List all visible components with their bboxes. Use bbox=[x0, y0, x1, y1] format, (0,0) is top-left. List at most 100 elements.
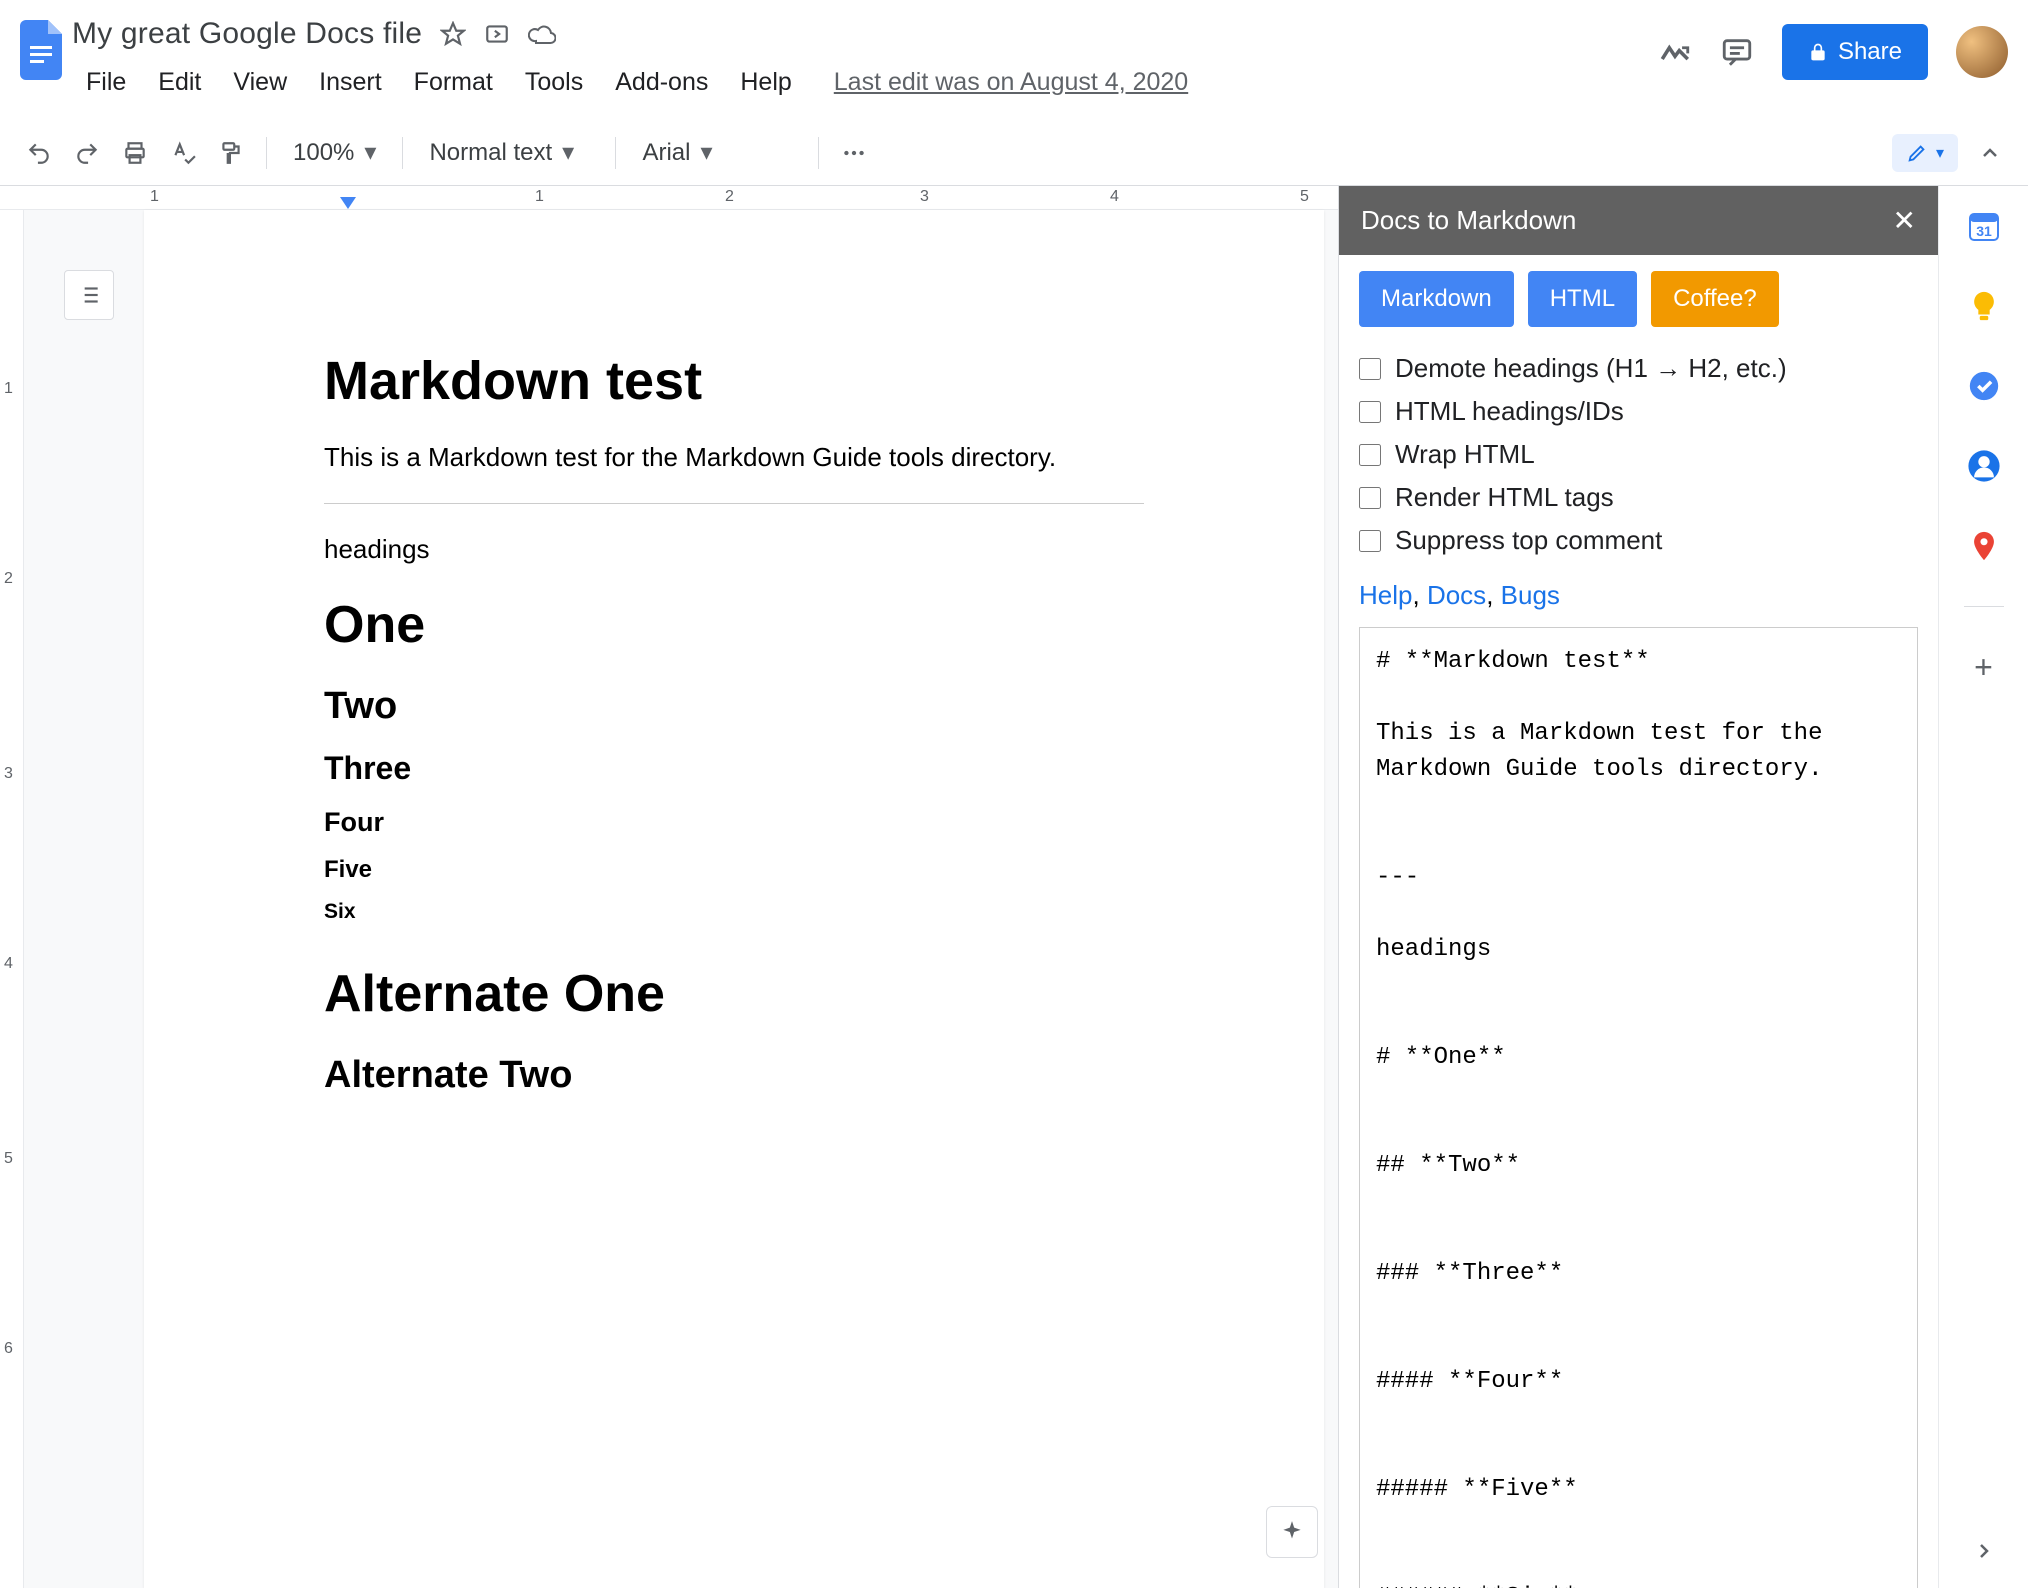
ruler-tick: 5 bbox=[1300, 188, 1309, 206]
doc-intro-text: This is a Markdown test for the Markdown… bbox=[324, 442, 1144, 473]
spellcheck-icon[interactable] bbox=[164, 134, 202, 172]
doc-headings-label: headings bbox=[324, 534, 1144, 565]
redo-icon[interactable] bbox=[68, 134, 106, 172]
svg-text:31: 31 bbox=[1976, 223, 1992, 239]
bugs-link[interactable]: Bugs bbox=[1501, 580, 1560, 610]
document-area: 1 1 2 3 4 5 1 2 3 4 5 6 Markdown test Th… bbox=[0, 186, 1338, 1588]
check-render-tags[interactable]: Render HTML tags bbox=[1359, 476, 1918, 519]
html-button[interactable]: HTML bbox=[1528, 271, 1637, 327]
pencil-icon bbox=[1906, 142, 1928, 164]
close-icon[interactable]: ✕ bbox=[1893, 204, 1916, 237]
ruler-tick: 1 bbox=[150, 188, 159, 206]
font-value: Arial bbox=[642, 139, 690, 167]
check-demote-headings[interactable]: Demote headings (H1 → H2, etc.) bbox=[1359, 347, 1918, 390]
expand-rail-icon[interactable] bbox=[1972, 1539, 1996, 1568]
collapse-icon[interactable] bbox=[1972, 135, 2008, 171]
menu-tools[interactable]: Tools bbox=[511, 62, 597, 103]
addon-body: Markdown HTML Coffee? Demote headings (H… bbox=[1339, 255, 1938, 1588]
vruler-tick: 2 bbox=[4, 570, 13, 588]
outline-button[interactable] bbox=[64, 270, 114, 320]
menu-insert[interactable]: Insert bbox=[305, 62, 396, 103]
paint-format-icon[interactable] bbox=[212, 134, 250, 172]
chevron-down-icon: ▾ bbox=[1936, 143, 1944, 163]
coffee-button[interactable]: Coffee? bbox=[1651, 271, 1779, 327]
ruler-tick: 1 bbox=[535, 188, 544, 206]
chevron-down-icon: ▾ bbox=[700, 138, 712, 167]
menu-format[interactable]: Format bbox=[400, 62, 507, 103]
toolbar: 100% ▾ Normal text ▾ Arial ▾ ▾ bbox=[0, 120, 2028, 186]
checkbox[interactable] bbox=[1359, 444, 1381, 466]
menu-edit[interactable]: Edit bbox=[144, 62, 215, 103]
doc-alt-h1: Alternate One bbox=[324, 964, 1144, 1024]
menu-file[interactable]: File bbox=[72, 62, 140, 103]
last-edit-link[interactable]: Last edit was on August 4, 2020 bbox=[834, 68, 1188, 97]
ruler-tick: 2 bbox=[725, 188, 734, 206]
checkbox[interactable] bbox=[1359, 358, 1381, 380]
comments-icon[interactable] bbox=[1720, 35, 1754, 69]
document-title[interactable]: My great Google Docs file bbox=[72, 17, 422, 51]
ruler-tick: 4 bbox=[1110, 188, 1119, 206]
print-icon[interactable] bbox=[116, 134, 154, 172]
doc-h3: Three bbox=[324, 750, 1144, 787]
font-dropdown[interactable]: Arial ▾ bbox=[632, 132, 802, 173]
markdown-button[interactable]: Markdown bbox=[1359, 271, 1514, 327]
check-html-headings[interactable]: HTML headings/IDs bbox=[1359, 390, 1918, 433]
add-addon-icon[interactable]: + bbox=[1964, 647, 2004, 687]
check-suppress-comment[interactable]: Suppress top comment bbox=[1359, 519, 1918, 562]
cloud-icon[interactable] bbox=[528, 23, 556, 45]
contacts-icon[interactable] bbox=[1964, 446, 2004, 486]
ruler-tick: 3 bbox=[920, 188, 929, 206]
doc-h1: One bbox=[324, 595, 1144, 655]
check-wrap-html[interactable]: Wrap HTML bbox=[1359, 433, 1918, 476]
vruler-tick: 4 bbox=[4, 955, 13, 973]
zoom-dropdown[interactable]: 100% ▾ bbox=[283, 132, 386, 173]
paragraph-style-dropdown[interactable]: Normal text ▾ bbox=[419, 132, 599, 173]
menu-help[interactable]: Help bbox=[726, 62, 805, 103]
addon-sidebar: Docs to Markdown ✕ Markdown HTML Coffee?… bbox=[1338, 186, 1938, 1588]
style-value: Normal text bbox=[429, 139, 552, 167]
keep-icon[interactable] bbox=[1964, 286, 2004, 326]
doc-h6: Six bbox=[324, 900, 1144, 924]
horizontal-rule bbox=[324, 503, 1144, 504]
star-icon[interactable] bbox=[440, 21, 466, 47]
side-panel: 31 + bbox=[1938, 186, 2028, 1588]
checkbox[interactable] bbox=[1359, 530, 1381, 552]
addon-title: Docs to Markdown bbox=[1361, 205, 1576, 236]
markdown-output[interactable]: # **Markdown test** This is a Markdown t… bbox=[1359, 627, 1918, 1588]
more-icon[interactable] bbox=[835, 134, 873, 172]
document-page[interactable]: Markdown test This is a Markdown test fo… bbox=[144, 210, 1324, 1588]
doc-h2: Two bbox=[324, 685, 1144, 728]
vruler-tick: 5 bbox=[4, 1150, 13, 1168]
addon-header: Docs to Markdown ✕ bbox=[1339, 186, 1938, 255]
vertical-ruler[interactable]: 1 2 3 4 5 6 bbox=[0, 210, 24, 1588]
tasks-icon[interactable] bbox=[1964, 366, 2004, 406]
addon-links: Help, Docs, Bugs bbox=[1359, 580, 1918, 611]
doc-h4: Four bbox=[324, 807, 1144, 838]
doc-title-heading: Markdown test bbox=[324, 350, 1144, 412]
doc-h5: Five bbox=[324, 856, 1144, 884]
explore-button[interactable] bbox=[1266, 1506, 1318, 1558]
main-area: 1 1 2 3 4 5 1 2 3 4 5 6 Markdown test Th… bbox=[0, 186, 2028, 1588]
docs-link[interactable]: Docs bbox=[1427, 580, 1486, 610]
header-actions: Share bbox=[1658, 12, 2008, 80]
undo-icon[interactable] bbox=[20, 134, 58, 172]
share-button[interactable]: Share bbox=[1782, 24, 1928, 80]
addon-options: Demote headings (H1 → H2, etc.) HTML hea… bbox=[1359, 347, 1918, 562]
vruler-tick: 1 bbox=[4, 380, 13, 398]
menu-view[interactable]: View bbox=[219, 62, 301, 103]
maps-icon[interactable] bbox=[1964, 526, 2004, 566]
horizontal-ruler[interactable]: 1 1 2 3 4 5 bbox=[0, 186, 1338, 210]
docs-logo[interactable] bbox=[12, 12, 72, 92]
checkbox[interactable] bbox=[1359, 401, 1381, 423]
move-icon[interactable] bbox=[484, 21, 510, 47]
page-canvas: Markdown test This is a Markdown test fo… bbox=[24, 210, 1338, 1588]
calendar-icon[interactable]: 31 bbox=[1964, 206, 2004, 246]
user-avatar[interactable] bbox=[1956, 26, 2008, 78]
activity-icon[interactable] bbox=[1658, 35, 1692, 69]
doc-alt-h2: Alternate Two bbox=[324, 1054, 1144, 1097]
help-link[interactable]: Help bbox=[1359, 580, 1412, 610]
lock-icon bbox=[1808, 42, 1828, 62]
menu-addons[interactable]: Add-ons bbox=[601, 62, 722, 103]
checkbox[interactable] bbox=[1359, 487, 1381, 509]
editing-mode-button[interactable]: ▾ bbox=[1892, 134, 1958, 172]
